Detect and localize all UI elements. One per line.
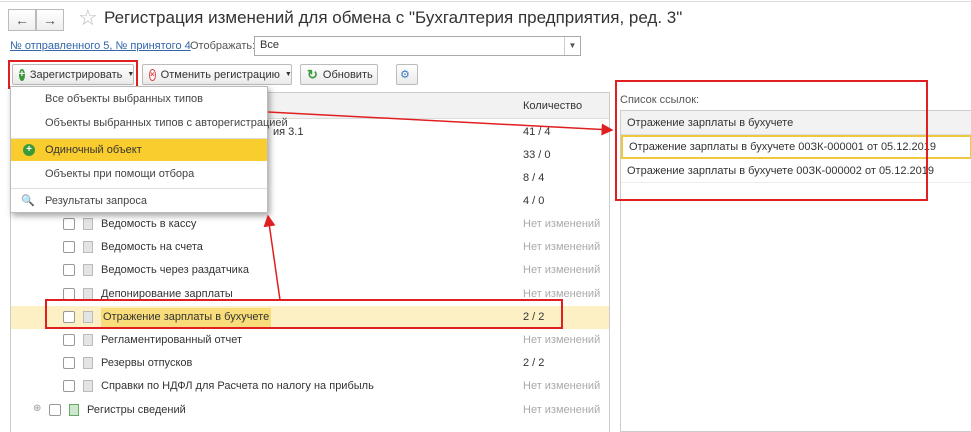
refresh-icon: ↻ [307, 66, 318, 82]
checkbox[interactable] [63, 287, 75, 300]
display-label: Отображать: [190, 40, 256, 52]
table-row[interactable]: Ведомость через раздатчика Нет изменений [11, 259, 609, 282]
checkbox[interactable] [63, 380, 75, 393]
menu-item-filter[interactable]: Объекты при помощи отбора [11, 163, 267, 185]
display-value: Все [260, 39, 279, 51]
row-count: 41 / 4 [523, 126, 551, 138]
refresh-label: Обновить [322, 68, 373, 81]
row-count: Нет изменений [523, 218, 601, 230]
document-icon [83, 380, 93, 393]
table-row[interactable]: Ведомость на счета Нет изменений [11, 236, 609, 259]
window-title: Регистрация изменений для обмена с "Бухг… [104, 8, 683, 27]
row-name: Депонирование зарплаты [101, 287, 233, 300]
row-name: Резервы отпусков [101, 357, 193, 370]
menu-item-label: Одиночный объект [45, 144, 142, 156]
row-count: Нет изменений [523, 287, 601, 300]
annotation-box-row [45, 299, 563, 329]
checkbox[interactable] [63, 264, 75, 277]
refresh-button[interactable]: ↻ Обновить [300, 64, 378, 85]
row-name: Ведомость через раздатчика [101, 264, 249, 277]
row-count: 8 / 4 [523, 172, 545, 184]
row-count: 2 / 2 [523, 357, 545, 370]
menu-item-all-objects[interactable]: Все объекты выбранных типов [11, 88, 267, 110]
annotation-box-refs [615, 80, 928, 201]
document-icon [83, 241, 93, 254]
expand-icon[interactable]: ⊕ [33, 403, 41, 414]
menu-item-single-object[interactable]: + Одиночный объект [11, 139, 267, 161]
row-name: Ведомость на счета [101, 241, 203, 254]
register-icon [69, 404, 79, 416]
row-name: Регистры сведений [87, 404, 186, 416]
plus-icon: + [19, 68, 25, 81]
exchange-settings-icon: ⚙ [400, 69, 410, 81]
chevron-down-icon: ▼ [127, 71, 135, 78]
row-count: Нет изменений [523, 241, 601, 254]
query-icon: 🔍 [21, 195, 35, 207]
chevron-down-icon: ▼ [284, 71, 292, 78]
menu-item-autoregistration[interactable]: Объекты выбранных типов с авторегистраци… [11, 112, 288, 134]
table-row[interactable]: Регламентированный отчет Нет изменений [11, 329, 609, 352]
register-button[interactable]: + Зарегистрировать ▼ [12, 64, 134, 85]
checkbox[interactable] [63, 357, 75, 370]
table-row[interactable]: Ведомость в кассу Нет изменений [11, 213, 609, 236]
document-icon [83, 357, 93, 370]
document-icon [83, 264, 93, 277]
checkbox[interactable] [49, 404, 61, 416]
checkbox[interactable] [63, 334, 75, 346]
row-count: Нет изменений [523, 380, 601, 393]
row-count: 33 / 0 [523, 149, 551, 161]
menu-separator [11, 188, 267, 189]
favorite-star-icon[interactable]: ☆ [78, 5, 98, 31]
unregister-button[interactable]: × Отменить регистрацию ▼ [142, 64, 292, 85]
forward-button[interactable]: → [36, 9, 64, 31]
table-row-group[interactable]: ⊕ Регистры сведений Нет изменений [11, 399, 609, 422]
document-icon [83, 218, 93, 230]
row-name: Ведомость в кассу [101, 218, 197, 230]
row-name: Справки по НДФЛ для Расчета по налогу на… [101, 380, 374, 393]
table-row[interactable]: Справки по НДФЛ для Расчета по налогу на… [11, 375, 609, 398]
row-count: 4 / 0 [523, 195, 545, 207]
row-count: Нет изменений [523, 404, 601, 416]
row-name: Регламентированный отчет [101, 334, 242, 346]
exchange-numbers-link[interactable]: № отправленного 5, № принятого 4 [10, 40, 191, 52]
menu-item-label: Результаты запроса [45, 195, 147, 207]
menu-item-query-results[interactable]: 🔍 Результаты запроса [11, 190, 267, 212]
settings-button[interactable]: ⚙ [396, 64, 418, 85]
cancel-icon: × [149, 68, 156, 81]
unregister-label: Отменить регистрацию [160, 68, 280, 81]
back-button[interactable]: ← [8, 9, 36, 31]
document-icon [83, 334, 93, 346]
row-count: Нет изменений [523, 264, 601, 277]
register-dropdown-menu: Все объекты выбранных типов Объекты выбр… [10, 86, 288, 213]
display-select[interactable]: Все ▼ [254, 36, 581, 56]
checkbox[interactable] [63, 241, 75, 254]
top-border [0, 0, 971, 2]
chevron-down-icon[interactable]: ▼ [564, 37, 580, 55]
register-label: Зарегистрировать [29, 68, 123, 81]
column-count: Количество [523, 100, 583, 112]
checkbox[interactable] [63, 218, 75, 230]
row-count: Нет изменений [523, 334, 601, 346]
plus-icon: + [23, 144, 35, 156]
table-row[interactable]: Резервы отпусков 2 / 2 [11, 352, 609, 375]
document-icon [83, 287, 93, 300]
